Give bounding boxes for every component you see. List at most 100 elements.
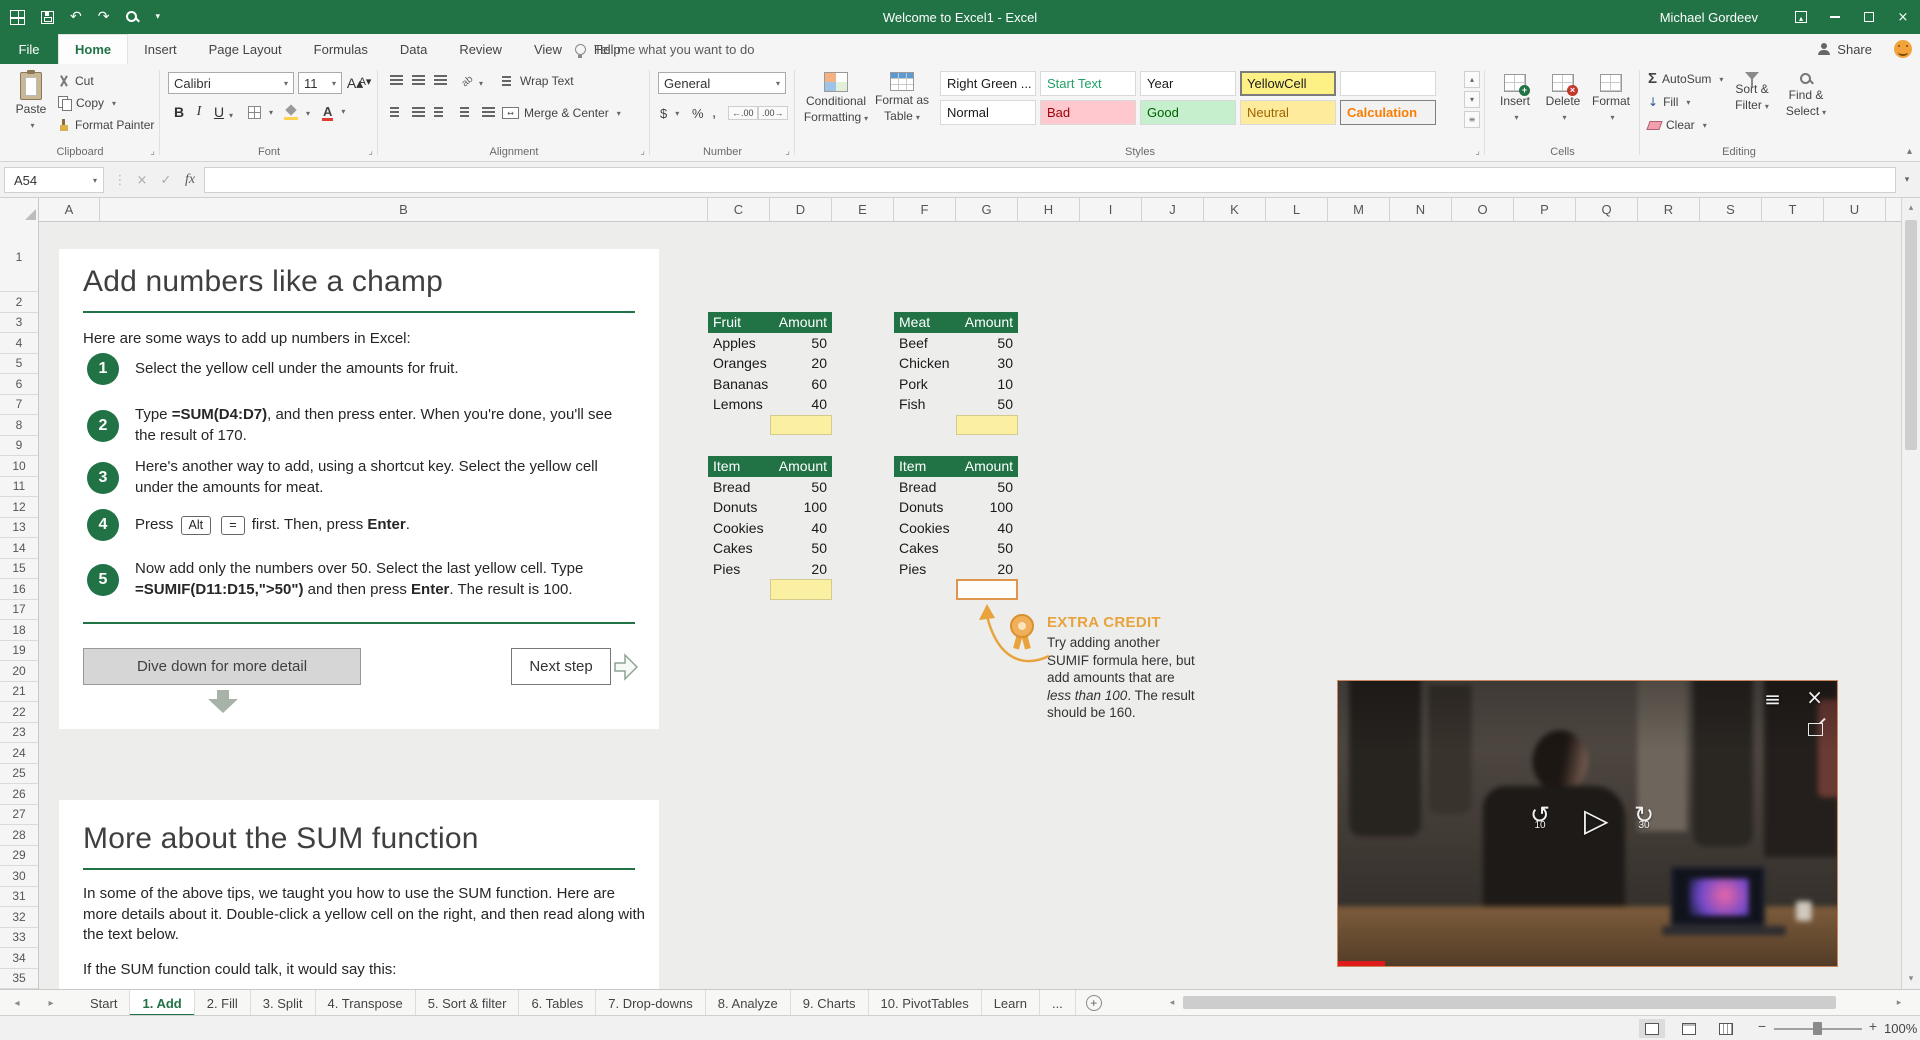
name-box[interactable]: A54 ▾ (4, 167, 104, 193)
normal-view-button[interactable] (1639, 1019, 1665, 1038)
tab-insert[interactable]: Insert (128, 34, 193, 64)
tab-page-layout[interactable]: Page Layout (193, 34, 298, 64)
sheet-tab-7-drop-downs[interactable]: 7. Drop-downs (596, 990, 706, 1016)
zoom-level-label[interactable]: 100% (1884, 1021, 1917, 1036)
sheet-tab-4-transpose[interactable]: 4. Transpose (316, 990, 416, 1016)
video-close-icon[interactable]: × (1806, 685, 1823, 709)
borders-button[interactable]: ▾ (248, 106, 273, 119)
scroll-up-icon[interactable]: ▴ (1902, 200, 1920, 216)
column-header-D[interactable]: D (770, 198, 832, 221)
column-header-F[interactable]: F (894, 198, 956, 221)
row-header-13[interactable]: 13 (0, 518, 38, 538)
formula-input[interactable] (204, 167, 1896, 193)
video-play-button[interactable]: ▷ (1584, 801, 1609, 839)
alignment-dialog-launcher-icon[interactable]: ⌟ (640, 146, 645, 157)
page-layout-view-button[interactable] (1676, 1019, 1702, 1038)
gallery-scroll-up-icon[interactable]: ▴ (1464, 71, 1480, 88)
customize-qat-chevron-icon[interactable]: ▾ (155, 12, 160, 22)
signed-in-user[interactable]: Michael Gordeev (1660, 10, 1758, 25)
tab-home[interactable]: Home (58, 34, 129, 64)
answer-cell-yellow[interactable] (956, 414, 1018, 435)
paste-dropdown-icon[interactable]: ▾ (30, 119, 34, 132)
format-as-table-button[interactable]: Format as Table ▾ (871, 72, 933, 124)
excel-app-icon[interactable] (10, 9, 25, 25)
percent-style-button[interactable]: % (692, 106, 704, 121)
style-chip-bad[interactable]: Bad (1040, 100, 1136, 125)
table-cell[interactable]: 50 (770, 538, 832, 559)
minimize-button[interactable] (1818, 0, 1852, 34)
style-chip-calculation[interactable]: Calculation (1340, 100, 1436, 125)
row-header-12[interactable]: 12 (0, 497, 38, 518)
video-progress-bar[interactable] (1338, 961, 1385, 966)
table-header-cell[interactable]: Item (894, 456, 956, 477)
cancel-entry-icon[interactable]: × (130, 167, 154, 193)
table-header-cell[interactable]: Amount (956, 456, 1018, 477)
style-chip-normal[interactable]: Normal (940, 100, 1036, 125)
hscroll-right-icon[interactable]: ▸ (1892, 995, 1906, 1010)
save-icon[interactable] (41, 10, 54, 24)
answer-cell-yellow[interactable] (770, 579, 832, 600)
video-rewind-10-button[interactable]: ↺ 10 (1530, 803, 1550, 831)
tab-file[interactable]: File (0, 34, 58, 64)
decrease-font-size-button[interactable]: A▾ (356, 75, 374, 88)
row-header-10[interactable]: 10 (0, 456, 38, 477)
increase-decimal-button[interactable]: ←.00 (728, 106, 758, 120)
table-cell[interactable]: Cakes (894, 538, 956, 559)
table-cell[interactable]: Beef (894, 333, 956, 354)
column-header-B[interactable]: B (100, 198, 708, 221)
align-top-icon[interactable] (390, 74, 403, 86)
row-header-30[interactable]: 30 (0, 866, 38, 887)
column-header-T[interactable]: T (1762, 198, 1824, 221)
format-painter-button[interactable]: Format Painter (58, 118, 154, 132)
row-header-22[interactable]: 22 (0, 702, 38, 723)
number-format-combo[interactable]: General ▾ (658, 72, 786, 94)
gallery-more-icon[interactable]: ≡ (1464, 111, 1480, 128)
close-button[interactable]: × (1886, 0, 1920, 34)
tab-review[interactable]: Review (443, 34, 518, 64)
table-cell[interactable]: Donuts (894, 497, 956, 518)
answer-cell-yellow[interactable] (770, 414, 832, 435)
column-header-Q[interactable]: Q (1576, 198, 1638, 221)
table-cell[interactable]: Oranges (708, 353, 770, 374)
table-cell[interactable]: 10 (956, 374, 1018, 395)
horizontal-scroll-thumb[interactable] (1183, 996, 1836, 1009)
maximize-button[interactable] (1852, 0, 1886, 34)
sort-filter-button[interactable]: Sort & Filter ▾ (1726, 72, 1778, 113)
clipboard-dialog-launcher-icon[interactable]: ⌟ (150, 146, 155, 157)
increase-indent-icon[interactable] (482, 106, 495, 118)
sheet-nav-left-icon[interactable]: ◂ (4, 990, 30, 1016)
table-cell[interactable]: Bread (894, 477, 956, 498)
wrap-text-button[interactable]: Wrap Text (502, 74, 574, 88)
comma-style-button[interactable]: , (712, 104, 716, 121)
underline-dropdown-icon[interactable]: ▾ (229, 111, 233, 120)
style-chip-right-green-[interactable]: Right Green ... (940, 71, 1036, 96)
video-popout-icon[interactable] (1808, 723, 1823, 741)
table-cell[interactable]: Cakes (708, 538, 770, 559)
column-header-H[interactable]: H (1018, 198, 1080, 221)
tell-me-box[interactable]: Tell me what you want to do (575, 34, 754, 64)
table-cell[interactable]: 50 (770, 333, 832, 354)
table-header-cell[interactable]: Meat (894, 312, 956, 333)
column-header-M[interactable]: M (1328, 198, 1390, 221)
paste-button[interactable]: Paste ▾ (8, 70, 54, 132)
column-header-I[interactable]: I (1080, 198, 1142, 221)
sheet-tab-learn[interactable]: Learn (982, 990, 1040, 1016)
table-header-cell[interactable]: Amount (770, 312, 832, 333)
sheet-tab-2-fill[interactable]: 2. Fill (195, 990, 251, 1016)
row-header-15[interactable]: 15 (0, 559, 38, 579)
sheet-tab-overflow[interactable]: ... (1040, 990, 1076, 1016)
ribbon-display-options-button[interactable]: ▴ (1784, 0, 1818, 34)
row-header-8[interactable]: 8 (0, 415, 38, 436)
expand-formula-bar-icon[interactable]: ▾ (1898, 167, 1916, 193)
column-header-R[interactable]: R (1638, 198, 1700, 221)
row-header-20[interactable]: 20 (0, 661, 38, 682)
zoom-in-button[interactable]: + (1864, 1018, 1882, 1038)
bold-button[interactable]: B (170, 104, 188, 120)
row-header-18[interactable]: 18 (0, 620, 38, 641)
sheet-tab-8-analyze[interactable]: 8. Analyze (706, 990, 791, 1016)
table-cell[interactable]: 50 (956, 538, 1018, 559)
clear-button[interactable]: Clear ▾ (1646, 118, 1707, 132)
table-cell[interactable]: Donuts (708, 497, 770, 518)
vertical-scrollbar[interactable]: ▴ ▾ (1901, 198, 1920, 989)
autosum-button[interactable]: Σ AutoSum ▾ (1648, 71, 1723, 86)
